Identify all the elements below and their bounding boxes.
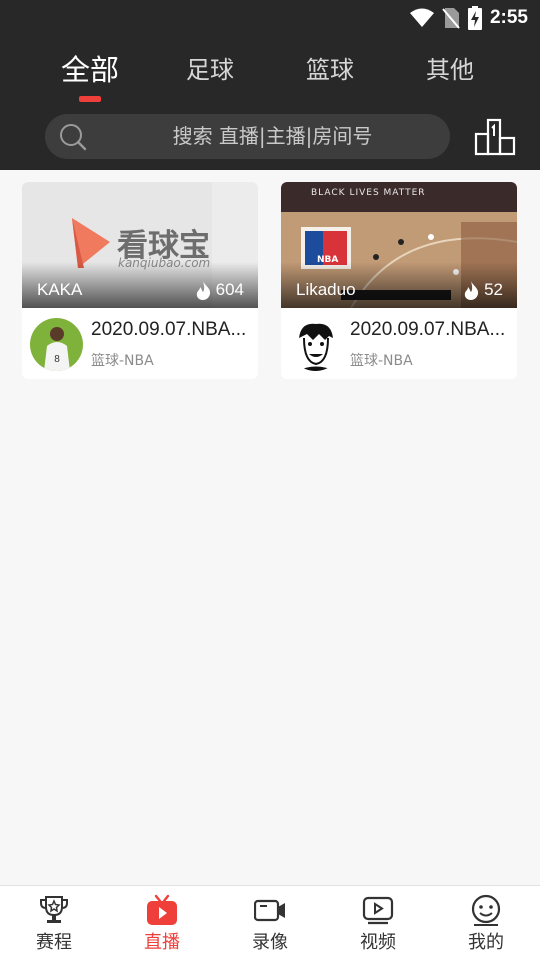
view-count-value: 604 (215, 280, 244, 299)
nav-label: 赛程 (36, 932, 72, 953)
avatar-image (289, 318, 342, 371)
view-count: 604 (196, 280, 244, 300)
header: 2:55 全部 足球 篮球 其他 搜索 直播|主播|房间号 (0, 0, 540, 170)
wifi-icon (409, 8, 434, 27)
nav-label: 直播 (144, 932, 180, 953)
view-count-value: 52 (484, 280, 503, 299)
nav-mine[interactable]: 我的 (432, 886, 540, 960)
live-category: 篮球-NBA (91, 353, 154, 369)
tab-other[interactable]: 其他 (390, 48, 510, 92)
status-time: 2:55 (489, 7, 528, 28)
search-placeholder: 搜索 直播|主播|房间号 (172, 124, 373, 148)
live-category: 篮球-NBA (350, 353, 413, 369)
avatar[interactable] (289, 318, 342, 371)
svg-text:8: 8 (54, 354, 60, 365)
live-card[interactable]: 看球宝 kanqiubao.com KAKA 604 8 2020.09.07.… (22, 182, 258, 379)
status-bar: 2:55 (0, 0, 540, 36)
nav-live[interactable]: 直播 (108, 886, 216, 960)
avatar[interactable]: 8 (30, 318, 83, 371)
trophy-icon (40, 896, 68, 923)
nav-label: 我的 (468, 932, 504, 953)
streamer-name: KAKA (37, 280, 83, 299)
view-count: 52 (464, 280, 503, 300)
no-sim-icon (442, 8, 460, 29)
tab-basketball[interactable]: 篮球 (270, 48, 390, 92)
tv-icon (147, 894, 177, 925)
live-thumbnail[interactable]: BLACK LIVES MATTER NBA Likaduo 52 (281, 182, 517, 308)
live-title: 2020.09.07.NBA... (91, 319, 247, 340)
smiley-icon (471, 894, 501, 926)
nav-video[interactable]: 视频 (324, 886, 432, 960)
live-title: 2020.09.07.NBA... (350, 319, 506, 340)
video-camera-icon (254, 899, 285, 922)
streamer-name: Likaduo (296, 280, 356, 299)
active-tab-indicator (79, 96, 101, 102)
nav-label: 视频 (360, 932, 396, 953)
search-bar[interactable]: 搜索 直播|主播|房间号 (45, 114, 450, 159)
bottom-nav: 赛程 直播 录像 视频 我的 (0, 885, 540, 960)
court-banner-text: BLACK LIVES MATTER (311, 188, 426, 198)
tab-all[interactable]: 全部 (30, 48, 150, 92)
play-screen-icon (362, 896, 394, 925)
ranking-podium-icon[interactable] (474, 116, 516, 156)
live-thumbnail[interactable]: 看球宝 kanqiubao.com KAKA 604 (22, 182, 258, 308)
fire-icon (196, 280, 210, 300)
nav-schedule[interactable]: 赛程 (0, 886, 108, 960)
tab-football[interactable]: 足球 (150, 48, 270, 92)
avatar-image: 8 (30, 318, 83, 371)
live-card[interactable]: BLACK LIVES MATTER NBA Likaduo 52 2020.0… (281, 182, 517, 379)
nav-label: 录像 (252, 932, 288, 953)
battery-charging-icon (467, 6, 482, 30)
fire-icon (464, 280, 479, 300)
nav-replay[interactable]: 录像 (216, 886, 324, 960)
